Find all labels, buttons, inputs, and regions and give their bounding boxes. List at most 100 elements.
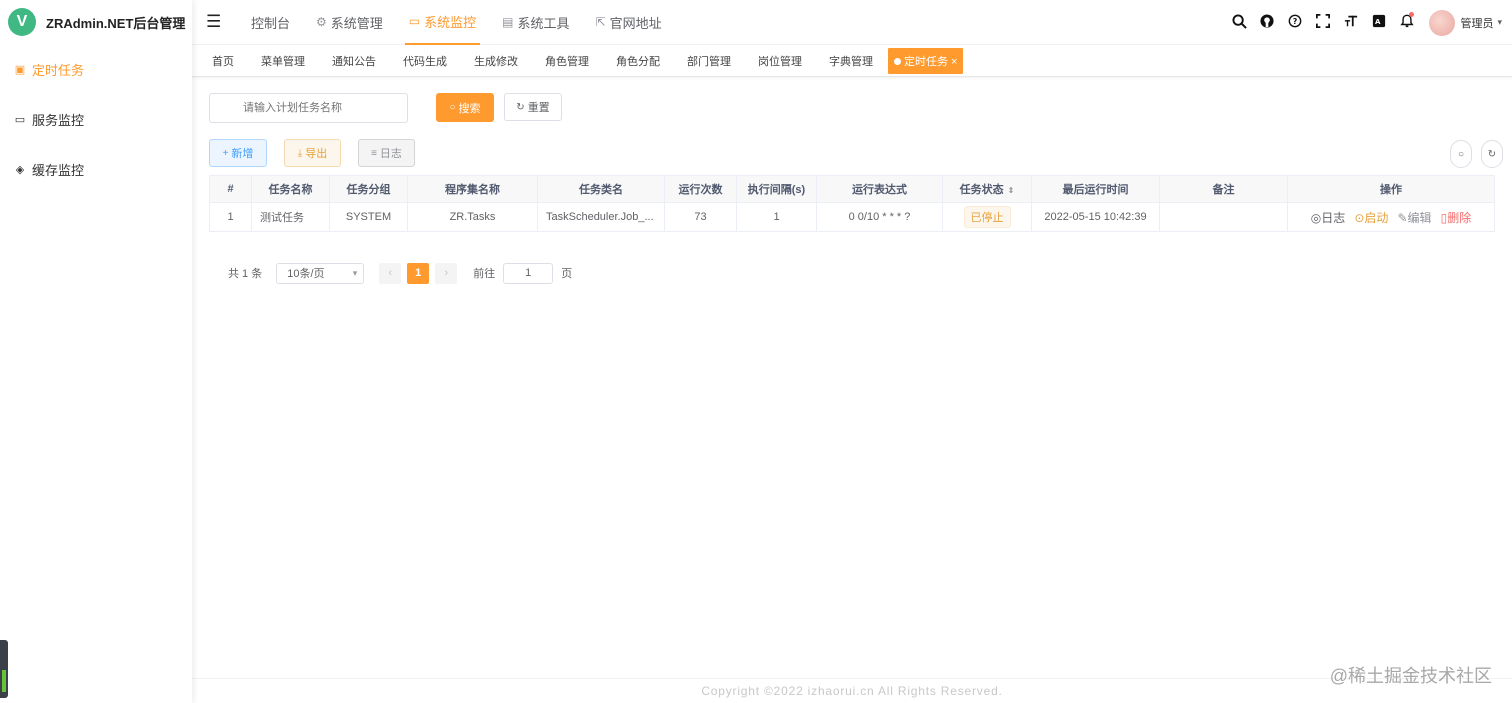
- log-button[interactable]: ≡ 日志: [358, 139, 415, 167]
- topnav-tools[interactable]: ▤ 系统工具: [498, 0, 573, 45]
- sidebar-item-cache-monitor[interactable]: ◈ 缓存监控: [0, 144, 192, 194]
- cell-status: 已停止: [942, 202, 1032, 232]
- sidebar: V ZRAdmin.NET后台管理 ▣ 定时任务 ▭ 服务监控 ◈ 缓存监控: [0, 0, 192, 703]
- add-button-label: 新增: [231, 148, 254, 160]
- col-interval: 执行间隔(s): [736, 175, 817, 203]
- watermark: @稀土掘金技术社区: [1329, 666, 1492, 686]
- row-delete-button[interactable]: ▯删除: [1441, 211, 1472, 225]
- prev-page-button[interactable]: ‹: [379, 262, 402, 284]
- search-button[interactable]: ○ 搜索: [436, 93, 494, 122]
- external-link-icon: ⇱: [595, 15, 606, 29]
- plus-icon: +: [222, 147, 229, 159]
- search-input[interactable]: [209, 93, 408, 123]
- topnav-monitor[interactable]: ▭ 系统监控: [404, 0, 481, 45]
- topnav-label: 系统监控: [424, 14, 477, 30]
- eye-icon: ◎: [1310, 210, 1322, 225]
- navbar-right: ? A 管理员 ▾: [1225, 0, 1502, 45]
- add-button[interactable]: + 新增: [209, 139, 267, 167]
- col-status[interactable]: 任务状态 ⇕: [942, 175, 1032, 203]
- language-icon[interactable]: A: [1365, 14, 1393, 31]
- toggle-search-button[interactable]: ○: [1450, 140, 1472, 168]
- monitor-icon: ▭: [14, 113, 26, 126]
- side-drawer-handle[interactable]: [0, 640, 8, 698]
- tag-dict[interactable]: 字典管理: [829, 53, 873, 69]
- svg-text:A: A: [1375, 18, 1381, 26]
- row-edit-button[interactable]: ✎编辑: [1397, 211, 1431, 225]
- table-header-row: # 任务名称 任务分组 程序集名称 任务类名 运行次数 执行间隔(s) 运行表达…: [209, 175, 1495, 203]
- tag-codegen[interactable]: 代码生成: [403, 53, 447, 69]
- next-page-button[interactable]: ›: [435, 262, 458, 284]
- bell-icon[interactable]: [1393, 12, 1421, 31]
- page-unit-label: 页: [561, 268, 573, 280]
- col-index: #: [209, 175, 252, 203]
- sort-icon[interactable]: ⇕: [1008, 186, 1015, 195]
- cell-remark: [1159, 202, 1288, 232]
- page-number-current[interactable]: 1: [407, 262, 430, 284]
- tag-gen-edit[interactable]: 生成修改: [474, 53, 518, 69]
- reset-button[interactable]: ↻ 重置: [504, 93, 562, 121]
- search-icon: ○: [1457, 148, 1465, 160]
- goto-label: 前往: [473, 268, 496, 280]
- hamburger-icon[interactable]: ☰: [206, 12, 222, 32]
- refresh-button[interactable]: ↻: [1481, 140, 1503, 168]
- github-icon[interactable]: [1253, 14, 1281, 31]
- tag-home[interactable]: 首页: [212, 53, 234, 69]
- row-delete-label: 删除: [1447, 210, 1472, 225]
- toolbox-icon: ▤: [502, 15, 514, 29]
- export-button-label: 导出: [305, 148, 328, 160]
- footer: Copyright ©2022 izhaorui.cn All Rights R…: [192, 678, 1512, 703]
- goto-page-input[interactable]: 1: [503, 262, 554, 284]
- tag-role-assign[interactable]: 角色分配: [616, 53, 660, 69]
- page-size-select[interactable]: 10条/页 ▾: [276, 262, 365, 284]
- sidebar-item-job[interactable]: ▣ 定时任务: [0, 44, 192, 94]
- col-status-label: 任务状态: [959, 184, 1004, 196]
- col-name: 任务名称: [251, 175, 330, 203]
- tag-notice[interactable]: 通知公告: [332, 53, 376, 69]
- top-nav: 控制台 ⚙ 系统管理 ▭ 系统监控 ▤ 系统工具 ⇱ 官网地址: [247, 0, 684, 45]
- tag-menu[interactable]: 菜单管理: [261, 53, 305, 69]
- cell-assembly: ZR.Tasks: [407, 202, 538, 232]
- col-last-run: 最后运行时间: [1031, 175, 1160, 203]
- col-remark: 备注: [1159, 175, 1288, 203]
- tag-role[interactable]: 角色管理: [545, 53, 589, 69]
- gear-icon: ⚙: [316, 15, 327, 29]
- topnav-dashboard[interactable]: 控制台: [247, 0, 294, 45]
- logo-mark: V: [8, 8, 36, 36]
- cell-actions: ◎日志 ⊙启动 ✎编辑 ▯删除: [1287, 202, 1495, 232]
- svg-text:?: ?: [1293, 17, 1298, 26]
- pagination-total: 共 1 条: [228, 268, 263, 280]
- chevron-down-icon[interactable]: ▾: [1497, 17, 1502, 28]
- font-size-icon[interactable]: [1337, 14, 1365, 31]
- download-icon: ⤓: [297, 147, 303, 159]
- top-navbar: ☰ 控制台 ⚙ 系统管理 ▭ 系统监控 ▤ 系统工具 ⇱ 官网地址 ? A 管理…: [192, 0, 1512, 45]
- topnav-system[interactable]: ⚙ 系统管理: [312, 0, 387, 45]
- export-button[interactable]: ⤓ 导出: [284, 139, 341, 167]
- row-start-button[interactable]: ⊙启动: [1354, 211, 1388, 225]
- tag-dept[interactable]: 部门管理: [687, 53, 731, 69]
- tag-label: 定时任务: [904, 55, 948, 68]
- sidebar-item-label: 缓存监控: [32, 162, 85, 178]
- tag-job-active[interactable]: 定时任务 ×: [888, 47, 964, 74]
- col-cron: 运行表达式: [816, 175, 943, 203]
- username[interactable]: 管理员: [1460, 15, 1493, 31]
- cell-group: SYSTEM: [329, 202, 408, 232]
- topnav-label: 系统工具: [517, 15, 570, 31]
- avatar[interactable]: [1429, 9, 1456, 36]
- topnav-label: 控制台: [251, 15, 291, 31]
- col-run-count: 运行次数: [664, 175, 737, 203]
- cell-class-name: TaskScheduler.Job_...: [537, 202, 665, 232]
- cell-name: 测试任务: [251, 202, 330, 232]
- logo[interactable]: V ZRAdmin.NET后台管理: [0, 0, 192, 44]
- cache-icon: ◈: [15, 163, 25, 176]
- fullscreen-icon[interactable]: [1309, 14, 1337, 31]
- help-icon[interactable]: ?: [1281, 14, 1309, 31]
- topnav-website[interactable]: ⇱ 官网地址: [592, 0, 666, 45]
- search-icon[interactable]: [1225, 13, 1253, 32]
- sidebar-item-label: 定时任务: [32, 62, 85, 78]
- row-log-button[interactable]: ◎日志: [1311, 211, 1346, 225]
- close-icon[interactable]: ×: [951, 56, 957, 68]
- edit-icon: ✎: [1397, 210, 1408, 225]
- sidebar-item-server-monitor[interactable]: ▭ 服务监控: [0, 94, 192, 144]
- tag-post[interactable]: 岗位管理: [758, 53, 802, 69]
- row-start-label: 启动: [1364, 210, 1389, 225]
